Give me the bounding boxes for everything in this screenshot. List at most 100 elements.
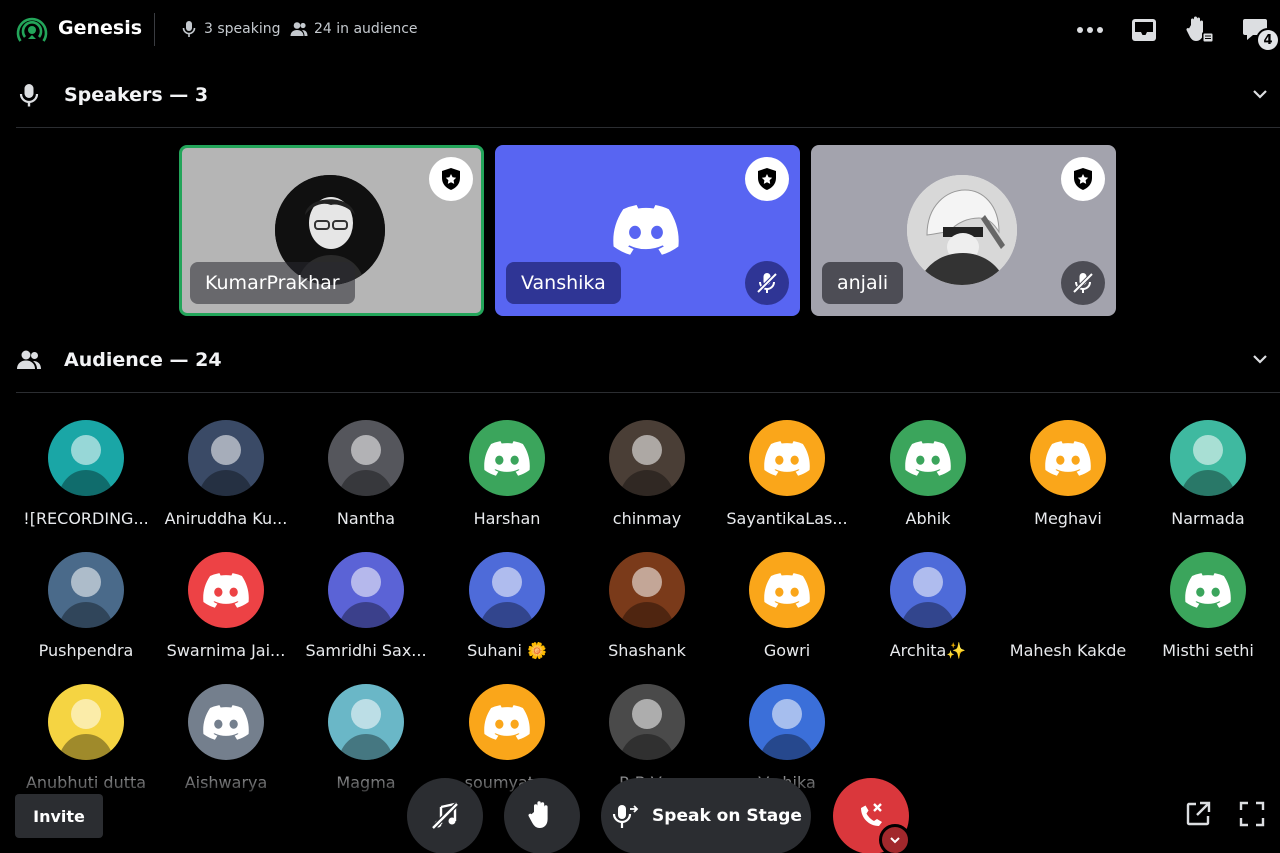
audience-member-name: Harshan: [473, 509, 541, 528]
fullscreen-button[interactable]: [1236, 798, 1268, 830]
stage-channel-icon: [16, 17, 48, 42]
avatar: [609, 420, 685, 496]
speak-on-stage-label: Speak on Stage: [652, 806, 802, 826]
audience-section-header[interactable]: Audience — 24: [0, 339, 1280, 379]
discord-logo-icon: [764, 440, 810, 476]
microphone-icon: [182, 21, 196, 37]
audience-member[interactable]: Harshan: [437, 420, 577, 528]
discord-logo-icon: [905, 440, 951, 476]
audience-member[interactable]: Archita✨: [858, 552, 998, 660]
raised-hand-icon: [1186, 16, 1214, 43]
audience-member[interactable]: SayantikaLas...: [717, 420, 857, 528]
raised-hands-button[interactable]: [1184, 14, 1216, 46]
cartoon-duck-avatar-icon: [900, 567, 956, 628]
inbox-button[interactable]: [1128, 14, 1160, 46]
mic-muted-icon: [1072, 272, 1094, 294]
speaker-name: KumarPrakhar: [190, 262, 355, 304]
chevron-down-icon: [1253, 90, 1267, 99]
chat-unread-badge: 4: [1256, 28, 1280, 52]
avatar: [328, 420, 404, 496]
channel-title: Genesis: [58, 17, 143, 39]
avatar: [609, 552, 685, 628]
speaking-count: 3 speaking: [180, 20, 281, 38]
leave-options-button[interactable]: [879, 824, 911, 853]
section-divider: [16, 392, 1280, 393]
audience-member[interactable]: Shashank: [577, 552, 717, 660]
raise-hand-icon: [528, 801, 548, 828]
audience-member-name: Suhani 🌼: [467, 641, 547, 660]
audience-member[interactable]: Misthi sethi: [1138, 552, 1278, 660]
anime-character-icon: [907, 175, 1017, 285]
audience-member[interactable]: Gowri: [717, 552, 857, 660]
audience-member[interactable]: Meghavi: [998, 420, 1138, 528]
speakers-section-header[interactable]: Speakers — 3: [0, 74, 1280, 114]
audience-member-name: Pushpendra: [38, 641, 134, 660]
chevron-down-icon: [890, 837, 900, 844]
audience-member-name: Archita✨: [889, 641, 967, 660]
audience-member[interactable]: Samridhi Sax...: [296, 552, 436, 660]
moderator-badge: [1061, 157, 1105, 201]
speaker-tile-vanshika[interactable]: Vanshika: [495, 145, 800, 316]
pop-out-button[interactable]: [1182, 798, 1214, 830]
audience-member[interactable]: chinmay: [577, 420, 717, 528]
shield-star-icon: [758, 168, 776, 190]
audience-member[interactable]: Narmada: [1138, 420, 1278, 528]
audience-member[interactable]: ![RECORDING...: [16, 420, 156, 528]
invite-button[interactable]: Invite: [15, 794, 103, 838]
avatar: [469, 552, 545, 628]
avatar: [1170, 552, 1246, 628]
audience-member[interactable]: Aniruddha Ku...: [156, 420, 296, 528]
audience-member[interactable]: Swarnima Jai...: [156, 552, 296, 660]
audience-member[interactable]: Pushpendra: [16, 552, 156, 660]
discord-logo-icon: [203, 704, 249, 740]
speaker-tile-anjali[interactable]: anjali: [811, 145, 1116, 316]
pop-out-icon: [1186, 801, 1211, 826]
audience-section-label: Audience — 24: [64, 349, 222, 371]
audience-count-label: 24 in audience: [314, 21, 418, 37]
moderator-badge: [745, 157, 789, 201]
photo-avatar-icon: [619, 567, 675, 628]
more-options-button[interactable]: [1074, 14, 1106, 46]
audience-member[interactable]: Suhani 🌼: [437, 552, 577, 660]
anime-avatar-icon: [619, 699, 675, 760]
discord-logo-icon: [484, 704, 530, 740]
deafen-music-button[interactable]: [407, 778, 483, 853]
speaker-name: anjali: [822, 262, 904, 304]
avatar: [328, 552, 404, 628]
audience-member-name: Swarnima Jai...: [166, 641, 286, 660]
audience-member-name: Aniruddha Ku...: [164, 509, 288, 528]
cartoon-avatar-icon: [58, 699, 114, 760]
speak-on-stage-button[interactable]: Speak on Stage: [601, 778, 811, 853]
avatar: [469, 420, 545, 496]
audience-member-name: chinmay: [612, 509, 682, 528]
discord-logo-icon: [1185, 572, 1231, 608]
phone-hangup-icon: [861, 803, 882, 826]
avatar: [48, 420, 124, 496]
cartoon-avatar-icon: [338, 567, 394, 628]
avatar: [890, 420, 966, 496]
audience-member[interactable]: Mahesh Kakde: [998, 552, 1138, 660]
avatar: [48, 552, 124, 628]
discord-logo-icon: [613, 205, 679, 255]
speaker-tile-kumarprakhar[interactable]: KumarPrakhar: [179, 145, 484, 316]
shield-star-icon: [1074, 168, 1092, 190]
anime-avatar-icon: [338, 699, 394, 760]
header-divider: [154, 13, 155, 46]
chevron-down-icon: [1253, 355, 1267, 364]
moderator-badge: [429, 157, 473, 201]
people-icon: [290, 22, 308, 36]
raise-hand-button[interactable]: [504, 778, 580, 853]
muted-indicator: [745, 261, 789, 305]
anime-dark-hair-avatar-icon: [338, 435, 394, 496]
audience-member[interactable]: Abhik: [858, 420, 998, 528]
cartoon-avatar-icon: [759, 699, 815, 760]
fullscreen-icon: [1239, 801, 1265, 827]
avatar: [328, 684, 404, 760]
people-icon: [17, 350, 41, 369]
more-dots-icon: [1077, 27, 1103, 33]
audience-member-name: ![RECORDING...: [23, 509, 149, 528]
speaker-name: Vanshika: [506, 262, 621, 304]
audience-member[interactable]: Nantha: [296, 420, 436, 528]
avatar: [749, 684, 825, 760]
audience-member-name: Mahesh Kakde: [1009, 641, 1127, 660]
